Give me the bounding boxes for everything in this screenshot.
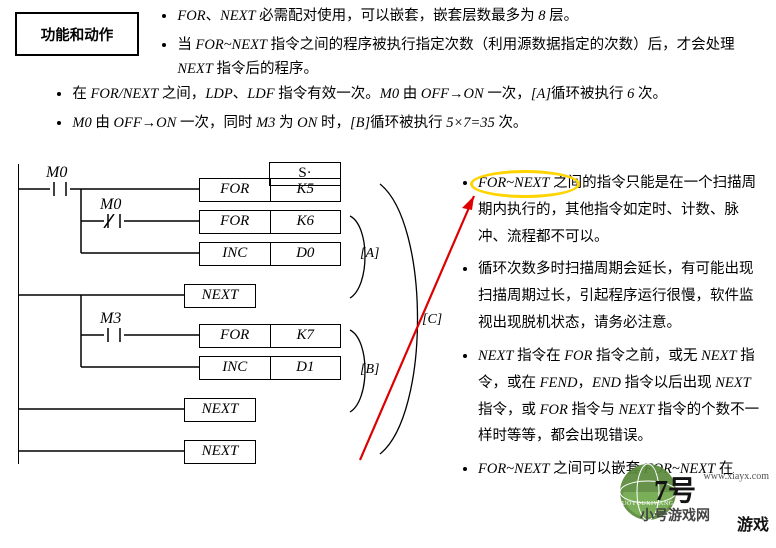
bullet-mid-1: 在 FOR/NEXT 之间，LDP、LDF 指令有效一次。M0 由 OFF→ON…: [72, 82, 760, 107]
right-b2: 循环次数多时扫描周期会延长，有可能出现扫描周期过长，引起程序运行很慢，软件监视出…: [478, 256, 763, 336]
top-bullets: FOR、NEXT 必需配对使用，可以嵌套，嵌套层数最多为 8 层。 当 FOR~…: [160, 4, 760, 86]
watermark: 7号 小号游戏网 www.xiayx.com ZHUOYOUXIWANG 游戏: [585, 463, 765, 523]
wm-url: www.xiayx.com: [704, 471, 769, 482]
mid-bullets: 在 FOR/NEXT 之间，LDP、LDF 指令有效一次。M0 由 OFF→ON…: [55, 82, 760, 139]
right-notes: FOR~NEXT 之间的指令只能是在一个扫描周期内执行的，其他指令如定时、计数、…: [458, 170, 763, 489]
wm-pin: ZHUOYOUXIWANG: [613, 501, 674, 507]
right-b3: NEXT 指令在 FOR 指令之前，或无 NEXT 指令，或在 FEND，END…: [478, 343, 763, 450]
wm-game: 游戏: [737, 511, 769, 535]
bullet-top-2: 当 FOR~NEXT 指令之间的程序被执行指定次数（利用源数据指定的次数）后，才…: [177, 33, 760, 82]
section-title: 功能和动作: [41, 24, 114, 45]
section-title-box: 功能和动作: [15, 12, 139, 56]
bullet-mid-2: M0 由 OFF→ON 一次，同时 M3 为 ON 时，[B]循环被执行 5×7…: [72, 111, 760, 136]
bullet-top-1: FOR、NEXT 必需配对使用，可以嵌套，嵌套层数最多为 8 层。: [177, 4, 760, 29]
red-arrow: [350, 190, 490, 470]
